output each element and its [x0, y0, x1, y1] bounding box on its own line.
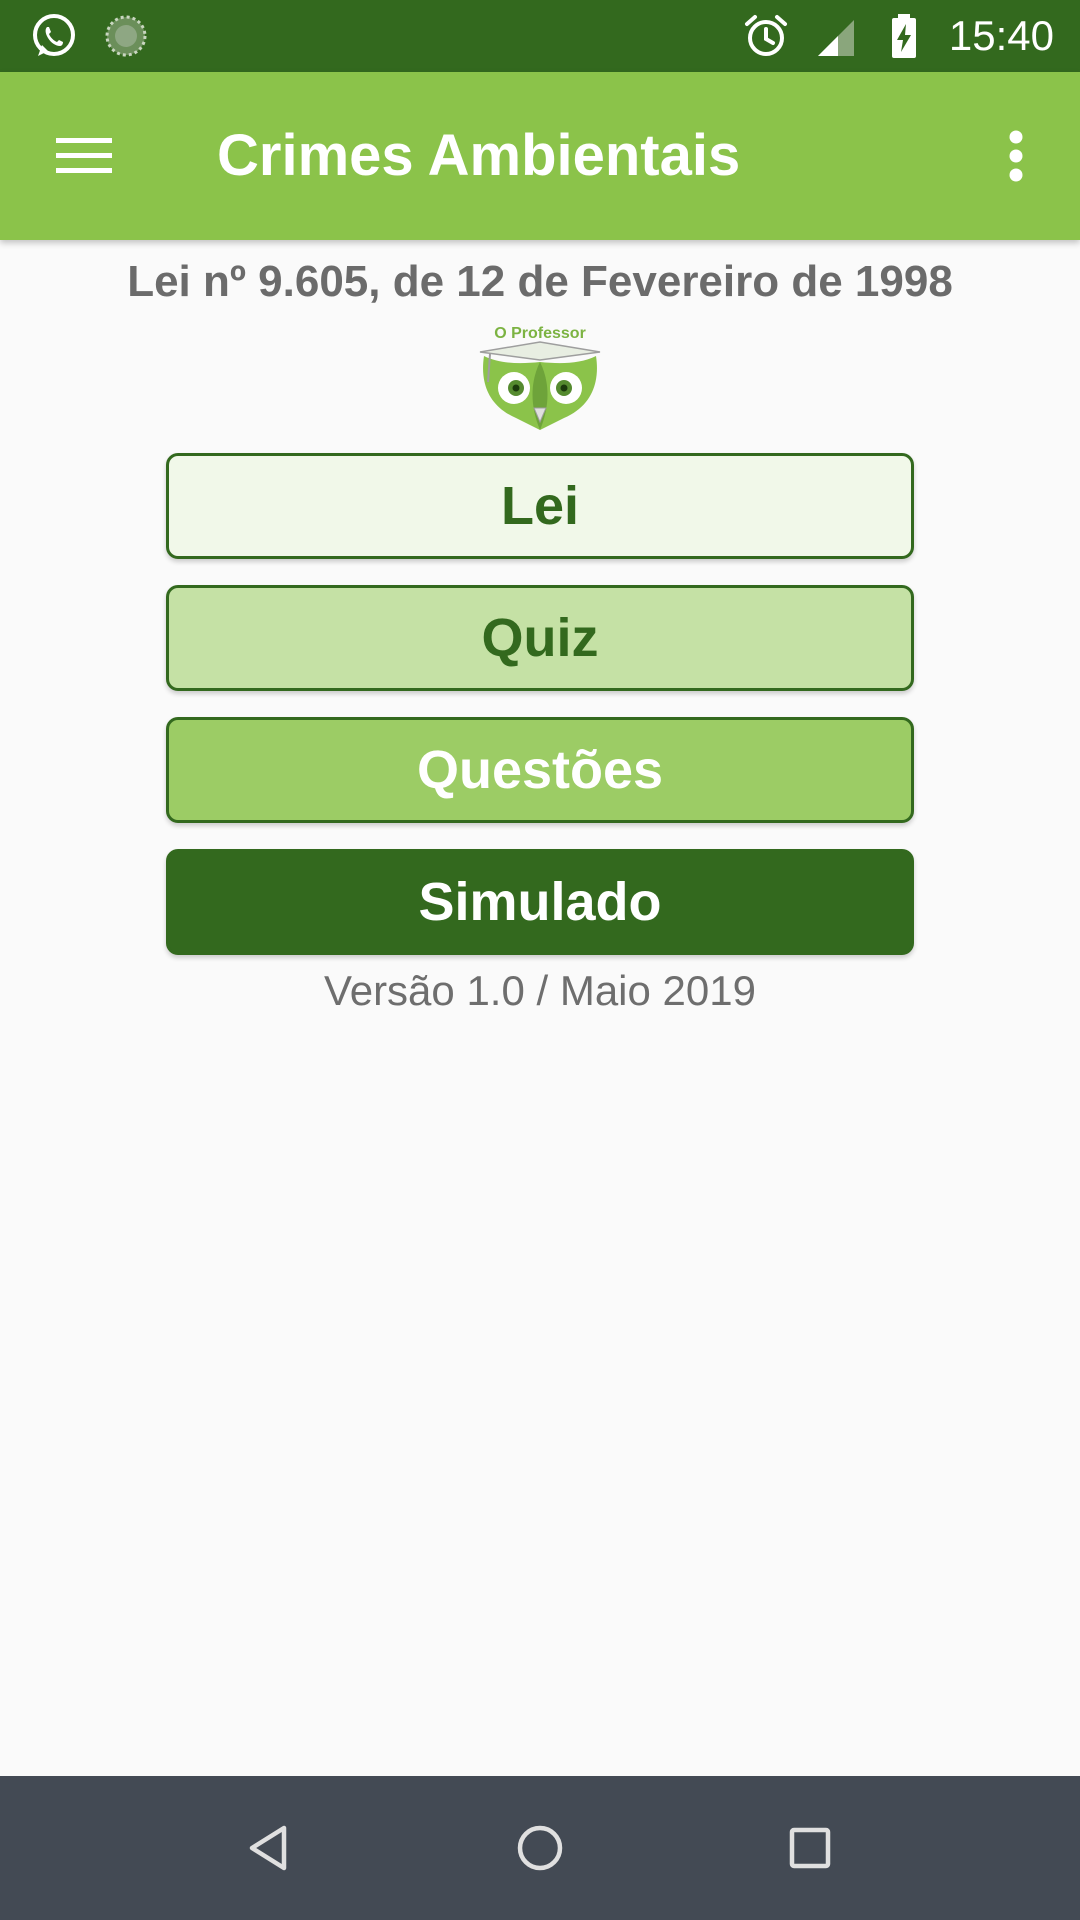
questoes-button[interactable]: Questões — [166, 717, 914, 823]
app-title: Crimes Ambientais — [217, 123, 741, 188]
home-icon — [517, 1825, 563, 1871]
hamburger-menu-icon — [56, 138, 112, 173]
status-bar: 15:40 — [0, 0, 1080, 72]
quiz-button[interactable]: Quiz — [166, 585, 914, 691]
home-button[interactable] — [504, 1812, 576, 1884]
signal-icon — [818, 20, 854, 56]
alarm-icon — [745, 15, 787, 56]
owl-logo: O Professor — [479, 325, 601, 430]
lei-button[interactable]: Lei — [166, 453, 914, 559]
back-icon — [249, 1825, 287, 1871]
simulado-button[interactable]: Simulado — [166, 849, 914, 955]
law-title: Lei nº 9.605, de 12 de Fevereiro de 1998 — [127, 257, 953, 306]
whatsapp-icon — [33, 14, 75, 56]
status-time: 15:40 — [948, 12, 1054, 59]
battery-charging-icon — [892, 14, 916, 58]
recents-icon — [789, 1827, 831, 1869]
back-button[interactable] — [234, 1812, 306, 1884]
app-bar: Crimes Ambientais — [0, 72, 1080, 240]
recents-button[interactable] — [774, 1812, 846, 1884]
overflow-menu-button[interactable] — [972, 112, 1060, 200]
navigation-bar — [0, 1776, 1080, 1920]
menu-button[interactable] — [40, 112, 128, 200]
version-text: Versão 1.0 / Maio 2019 — [324, 967, 756, 1014]
logo-text: O Professor — [494, 325, 586, 342]
more-vert-icon — [1009, 130, 1023, 182]
sync-icon — [105, 15, 147, 57]
